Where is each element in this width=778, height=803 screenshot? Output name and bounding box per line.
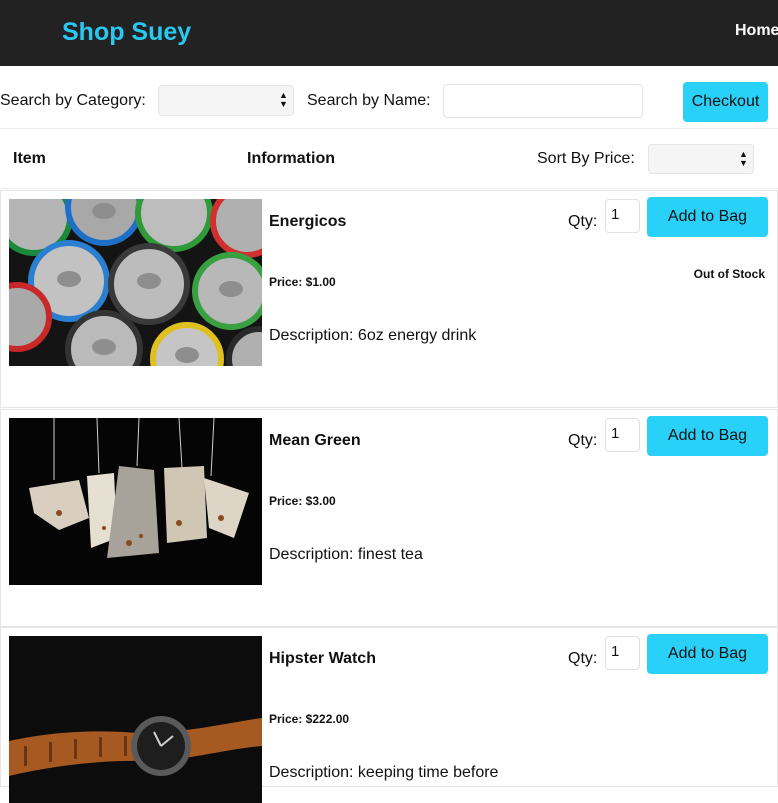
product-description: Description: 6oz energy drink bbox=[269, 327, 477, 344]
qty-input[interactable]: 1 bbox=[605, 199, 640, 233]
product-description: Description: finest tea bbox=[269, 546, 423, 563]
sort-price-select[interactable]: ▲ ▼ bbox=[648, 144, 754, 174]
table-header: Item Information Sort By Price: ▲ ▼ bbox=[0, 128, 778, 189]
name-label: Search by Name: bbox=[307, 92, 431, 109]
qty-label: Qty: bbox=[568, 432, 598, 449]
product-price: Price: $1.00 bbox=[269, 275, 336, 289]
nav-home-link[interactable]: Home bbox=[735, 22, 778, 40]
product-name: Hipster Watch bbox=[269, 650, 376, 667]
product-card: Mean Green Price: $3.00 Description: fin… bbox=[0, 409, 778, 627]
checkout-button[interactable]: Checkout bbox=[683, 82, 768, 122]
stock-status: Out of Stock bbox=[693, 267, 765, 281]
add-to-bag-button[interactable]: Add to Bag bbox=[647, 197, 768, 237]
product-image bbox=[9, 418, 262, 585]
sort-by-price-label: Sort By Price: bbox=[537, 150, 635, 167]
add-to-bag-button[interactable]: Add to Bag bbox=[647, 416, 768, 456]
product-price: Price: $3.00 bbox=[269, 494, 336, 508]
qty-label: Qty: bbox=[568, 650, 598, 667]
qty-input[interactable]: 1 bbox=[605, 418, 640, 452]
product-name: Mean Green bbox=[269, 432, 361, 449]
select-arrows-icon: ▲ ▼ bbox=[279, 90, 288, 109]
top-navbar: Shop Suey Home bbox=[0, 0, 778, 66]
item-column-header: Item bbox=[13, 150, 46, 167]
brand-logo[interactable]: Shop Suey bbox=[62, 16, 191, 48]
qty-input[interactable]: 1 bbox=[605, 636, 640, 670]
product-image bbox=[9, 199, 262, 366]
add-to-bag-button[interactable]: Add to Bag bbox=[647, 634, 768, 674]
product-card: Hipster Watch Price: $222.00 Description… bbox=[0, 627, 778, 803]
qty-label: Qty: bbox=[568, 213, 598, 230]
select-arrows-icon: ▲ ▼ bbox=[739, 149, 748, 168]
product-description: Description: keeping time before bbox=[269, 764, 499, 781]
category-label: Search by Category: bbox=[0, 92, 146, 109]
search-bar: Search by Category: ▲ ▼ Search by Name: C… bbox=[0, 66, 778, 128]
product-name: Energicos bbox=[269, 213, 347, 230]
name-search-input[interactable] bbox=[443, 84, 643, 118]
category-select[interactable]: ▲ ▼ bbox=[158, 85, 294, 116]
information-column-header: Information bbox=[247, 150, 335, 167]
product-card: Energicos Price: $1.00 Description: 6oz … bbox=[0, 190, 778, 408]
product-price: Price: $222.00 bbox=[269, 712, 350, 726]
